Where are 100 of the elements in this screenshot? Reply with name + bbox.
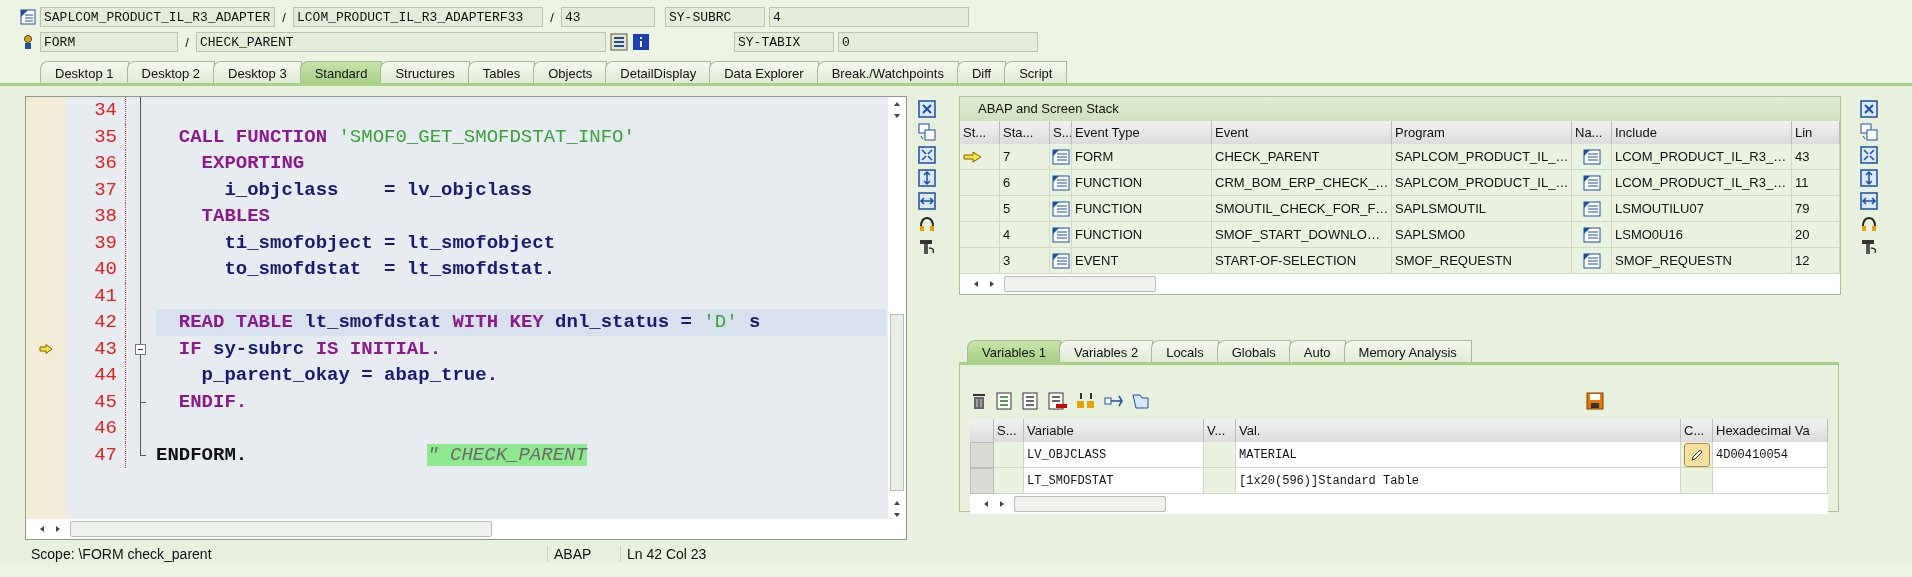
scroll-up-icon[interactable] bbox=[893, 499, 901, 508]
vertical-resize-icon[interactable] bbox=[918, 169, 936, 187]
table-cell: 6 bbox=[1000, 170, 1050, 196]
scroll-down-icon[interactable] bbox=[893, 112, 901, 120]
column-header[interactable]: Variable bbox=[1024, 419, 1204, 442]
column-header[interactable]: Sta... bbox=[1000, 121, 1050, 144]
tab[interactable]: Script bbox=[1004, 61, 1068, 83]
tab[interactable]: Data Explorer bbox=[709, 61, 819, 83]
column-header[interactable]: V... bbox=[1204, 419, 1236, 442]
event-type-field: FORM bbox=[40, 32, 178, 52]
close-icon[interactable] bbox=[918, 100, 936, 118]
table-cell: 20 bbox=[1792, 222, 1840, 248]
code-line: IF sy-subrc IS INITIAL. bbox=[177, 337, 442, 360]
scroll-left-icon[interactable] bbox=[38, 525, 46, 534]
column-header[interactable]: S... bbox=[1050, 121, 1072, 144]
tab[interactable]: Auto bbox=[1288, 340, 1346, 362]
scroll-up-icon[interactable] bbox=[893, 100, 901, 108]
column-header[interactable]: C... bbox=[1681, 419, 1713, 442]
headset-icon[interactable] bbox=[1860, 215, 1878, 233]
vertical-scrollbar[interactable] bbox=[888, 97, 906, 520]
info-icon[interactable] bbox=[632, 33, 650, 51]
table-cell: LT_SMOFDSTAT bbox=[1024, 468, 1204, 494]
table-cell: 3 bbox=[1000, 248, 1050, 274]
column-header[interactable]: Event Type bbox=[1072, 121, 1212, 144]
program-icon bbox=[20, 9, 36, 25]
tab[interactable]: Memory Analysis bbox=[1343, 340, 1472, 362]
table-cell: CHECK_PARENT bbox=[1212, 144, 1392, 170]
line-number: 39 bbox=[66, 229, 126, 256]
code-line: i_objclass = lv_objclass bbox=[223, 178, 533, 201]
tab[interactable]: Desktop 2 bbox=[126, 61, 216, 83]
line-number: 34 bbox=[66, 97, 126, 124]
save-icon[interactable] bbox=[1586, 392, 1604, 410]
tab[interactable]: Tables bbox=[467, 61, 536, 83]
column-header[interactable]: Val. bbox=[1236, 419, 1681, 442]
list-remove-icon[interactable] bbox=[1048, 392, 1068, 410]
tab[interactable]: Desktop 3 bbox=[213, 61, 302, 83]
table-cell: SAPLSMOUTIL bbox=[1392, 196, 1572, 222]
scroll-right-icon[interactable] bbox=[988, 280, 996, 288]
vertical-resize-icon[interactable] bbox=[1860, 169, 1878, 187]
tab[interactable]: Globals bbox=[1216, 340, 1291, 362]
scroll-left-icon[interactable] bbox=[972, 280, 980, 288]
stack-icon[interactable] bbox=[1076, 392, 1096, 410]
list-icon[interactable] bbox=[610, 33, 628, 51]
list-icon[interactable] bbox=[1022, 392, 1040, 410]
tab[interactable]: Standard bbox=[299, 61, 383, 83]
column-header[interactable]: Hexadecimal Va bbox=[1713, 419, 1828, 442]
tab[interactable]: Break./Watchpoints bbox=[816, 61, 959, 83]
column-header[interactable]: St... bbox=[960, 121, 1000, 144]
list-icon[interactable] bbox=[996, 392, 1014, 410]
tab[interactable]: Structures bbox=[380, 61, 470, 83]
column-header[interactable]: S... bbox=[994, 419, 1024, 442]
table-cell: 12 bbox=[1792, 248, 1840, 274]
document-icon bbox=[1051, 148, 1070, 165]
scroll-right-icon[interactable] bbox=[998, 500, 1006, 508]
tab[interactable]: Locals bbox=[1151, 340, 1219, 362]
scroll-right-icon[interactable] bbox=[54, 525, 62, 534]
table-cell: SMOF_REQUESTN bbox=[1612, 248, 1792, 274]
table-cell: 5 bbox=[1000, 196, 1050, 222]
line-number: 45 bbox=[66, 388, 126, 415]
close-icon[interactable] bbox=[1860, 100, 1878, 118]
tab[interactable]: DetailDisplay bbox=[605, 61, 712, 83]
tool-icon[interactable] bbox=[1860, 238, 1878, 256]
document-icon bbox=[1051, 226, 1070, 243]
tab[interactable]: Variables 1 bbox=[967, 340, 1062, 362]
collapse-icon[interactable] bbox=[135, 343, 146, 355]
column-header[interactable]: Na... bbox=[1572, 121, 1612, 144]
code-line: READ TABLE lt_smofdstat WITH KEY dnl_status = 'D' s bbox=[177, 311, 761, 334]
tab[interactable]: Desktop 1 bbox=[40, 61, 129, 83]
horizontal-resize-icon[interactable] bbox=[918, 192, 936, 210]
table-cell: SAPLSMO0 bbox=[1392, 222, 1572, 248]
code-line: ENDFORM. " CHECK_PARENT bbox=[156, 443, 587, 466]
scroll-left-icon[interactable] bbox=[982, 500, 990, 508]
code-line: to_smofdstat = lt_smofdstat. bbox=[223, 258, 556, 281]
headset-icon[interactable] bbox=[918, 215, 936, 233]
panel-title: ABAP and Screen Stack bbox=[960, 97, 1840, 121]
column-header[interactable]: Include bbox=[1612, 121, 1792, 144]
code-line: ENDIF. bbox=[177, 390, 248, 413]
table-cell: FUNCTION bbox=[1072, 196, 1212, 222]
column-header[interactable]: Event bbox=[1212, 121, 1392, 144]
line-number: 42 bbox=[66, 309, 126, 336]
current-line-arrow-icon bbox=[39, 343, 53, 354]
horizontal-scrollbar[interactable] bbox=[960, 274, 1840, 294]
fullscreen-icon[interactable] bbox=[1860, 146, 1878, 164]
column-header[interactable]: Program bbox=[1392, 121, 1572, 144]
table-cell: FUNCTION bbox=[1072, 222, 1212, 248]
fullscreen-icon[interactable] bbox=[918, 146, 936, 164]
horizontal-scrollbar[interactable] bbox=[970, 494, 1828, 514]
tab[interactable]: Objects bbox=[533, 61, 608, 83]
tool-icon[interactable] bbox=[918, 238, 936, 256]
field-label: SY-SUBRC bbox=[665, 7, 765, 27]
swap-icon[interactable] bbox=[1860, 123, 1878, 141]
tab[interactable]: Variables 2 bbox=[1059, 340, 1154, 362]
table-cell bbox=[994, 468, 1024, 494]
swap-icon[interactable] bbox=[918, 123, 936, 141]
line-number: 35 bbox=[66, 123, 126, 150]
tab[interactable]: Diff bbox=[956, 61, 1007, 83]
delete-icon[interactable] bbox=[970, 392, 988, 410]
separator-text: / bbox=[281, 9, 287, 25]
column-header[interactable]: Lin bbox=[1792, 121, 1840, 144]
horizontal-resize-icon[interactable] bbox=[1860, 192, 1878, 210]
